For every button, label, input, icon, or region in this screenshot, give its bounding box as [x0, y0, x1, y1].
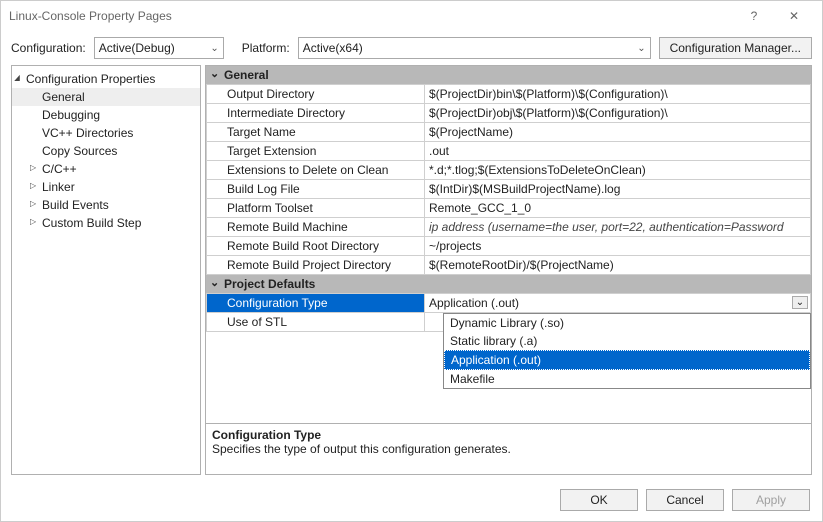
close-icon[interactable]: ✕ — [774, 9, 814, 23]
prop-value[interactable]: $(IntDir)$(MSBuildProjectName).log — [425, 180, 811, 199]
config-type-dropdown[interactable]: Dynamic Library (.so)Static library (.a)… — [443, 313, 811, 389]
cancel-button[interactable]: Cancel — [646, 489, 724, 511]
prop-key: Use of STL — [207, 313, 425, 332]
configuration-label: Configuration: — [11, 41, 86, 55]
ok-button[interactable]: OK — [560, 489, 638, 511]
nav-tree[interactable]: Configuration Properties General Debuggi… — [11, 65, 201, 475]
prop-row[interactable]: Extensions to Delete on Clean*.d;*.tlog;… — [207, 161, 811, 180]
prop-value[interactable]: $(ProjectDir)obj\$(Platform)\$(Configura… — [425, 104, 811, 123]
description-text: Specifies the type of output this config… — [212, 442, 805, 456]
chevron-down-icon: ⌄ — [210, 43, 218, 54]
prop-row[interactable]: Target Extension.out — [207, 142, 811, 161]
prop-value[interactable]: $(ProjectDir)bin\$(Platform)\$(Configura… — [425, 85, 811, 104]
chevron-down-icon: ⌄ — [637, 43, 645, 54]
prop-key: Remote Build Root Directory — [207, 237, 425, 256]
prop-key: Intermediate Directory — [207, 104, 425, 123]
prop-value[interactable]: *.d;*.tlog;$(ExtensionsToDeleteOnClean) — [425, 161, 811, 180]
dialog-footer: OK Cancel Apply — [1, 481, 822, 521]
apply-button[interactable]: Apply — [732, 489, 810, 511]
prop-row[interactable]: Intermediate Directory$(ProjectDir)obj\$… — [207, 104, 811, 123]
configuration-manager-button[interactable]: Configuration Manager... — [659, 37, 812, 59]
prop-value[interactable]: ip address (username=the user, port=22, … — [425, 218, 811, 237]
tree-item-general[interactable]: General — [12, 88, 200, 106]
dropdown-option[interactable]: Application (.out) — [444, 350, 810, 370]
window-title: Linux-Console Property Pages — [9, 9, 734, 23]
tree-item-vcdirs[interactable]: VC++ Directories — [12, 124, 200, 142]
property-grid-panel: General Output Directory$(ProjectDir)bin… — [205, 65, 812, 475]
prop-key: Build Log File — [207, 180, 425, 199]
config-row: Configuration: Active(Debug) ⌄ Platform:… — [1, 31, 822, 65]
help-icon[interactable]: ? — [734, 9, 774, 23]
tree-item-copy-sources[interactable]: Copy Sources — [12, 142, 200, 160]
prop-row[interactable]: Build Log File$(IntDir)$(MSBuildProjectN… — [207, 180, 811, 199]
prop-key: Platform Toolset — [207, 199, 425, 218]
platform-label: Platform: — [242, 41, 290, 55]
property-pages-dialog: Linux-Console Property Pages ? ✕ Configu… — [0, 0, 823, 522]
prop-key: Remote Build Machine — [207, 218, 425, 237]
prop-row[interactable]: Output Directory$(ProjectDir)bin\$(Platf… — [207, 85, 811, 104]
platform-value: Active(x64) — [303, 41, 363, 55]
configuration-combo[interactable]: Active(Debug) ⌄ — [94, 37, 224, 59]
prop-value[interactable]: $(ProjectName) — [425, 123, 811, 142]
description-panel: Configuration Type Specifies the type of… — [206, 423, 811, 474]
description-title: Configuration Type — [212, 428, 805, 442]
tree-item-linker[interactable]: Linker — [12, 178, 200, 196]
dropdown-option[interactable]: Makefile — [444, 370, 810, 388]
property-grid[interactable]: General Output Directory$(ProjectDir)bin… — [206, 66, 811, 423]
tree-item-ccpp[interactable]: C/C++ — [12, 160, 200, 178]
prop-value[interactable]: Application (.out) — [425, 294, 811, 313]
prop-key: Target Name — [207, 123, 425, 142]
prop-value[interactable]: ~/projects — [425, 237, 811, 256]
platform-combo[interactable]: Active(x64) ⌄ — [298, 37, 651, 59]
tree-item-custom-build[interactable]: Custom Build Step — [12, 214, 200, 232]
prop-value[interactable]: Remote_GCC_1_0 — [425, 199, 811, 218]
prop-key: Output Directory — [207, 85, 425, 104]
tree-item-build-events[interactable]: Build Events — [12, 196, 200, 214]
prop-value[interactable]: .out — [425, 142, 811, 161]
prop-key: Configuration Type — [207, 294, 425, 313]
prop-row[interactable]: Remote Build Machineip address (username… — [207, 218, 811, 237]
prop-row[interactable]: Target Name$(ProjectName) — [207, 123, 811, 142]
section-general[interactable]: General — [206, 66, 811, 84]
prop-key: Extensions to Delete on Clean — [207, 161, 425, 180]
dropdown-option[interactable]: Static library (.a) — [444, 332, 810, 350]
tree-root[interactable]: Configuration Properties — [12, 70, 200, 88]
prop-value[interactable]: $(RemoteRootDir)/$(ProjectName) — [425, 256, 811, 275]
section-defaults[interactable]: Project Defaults — [206, 275, 811, 293]
prop-row[interactable]: Remote Build Root Directory~/projects — [207, 237, 811, 256]
prop-row[interactable]: Remote Build Project Directory$(RemoteRo… — [207, 256, 811, 275]
configuration-value: Active(Debug) — [99, 41, 175, 55]
prop-key: Remote Build Project Directory — [207, 256, 425, 275]
prop-row[interactable]: Platform ToolsetRemote_GCC_1_0 — [207, 199, 811, 218]
prop-row[interactable]: Configuration TypeApplication (.out) — [207, 294, 811, 313]
tree-item-debugging[interactable]: Debugging — [12, 106, 200, 124]
prop-key: Target Extension — [207, 142, 425, 161]
titlebar: Linux-Console Property Pages ? ✕ — [1, 1, 822, 31]
dropdown-option[interactable]: Dynamic Library (.so) — [444, 314, 810, 332]
